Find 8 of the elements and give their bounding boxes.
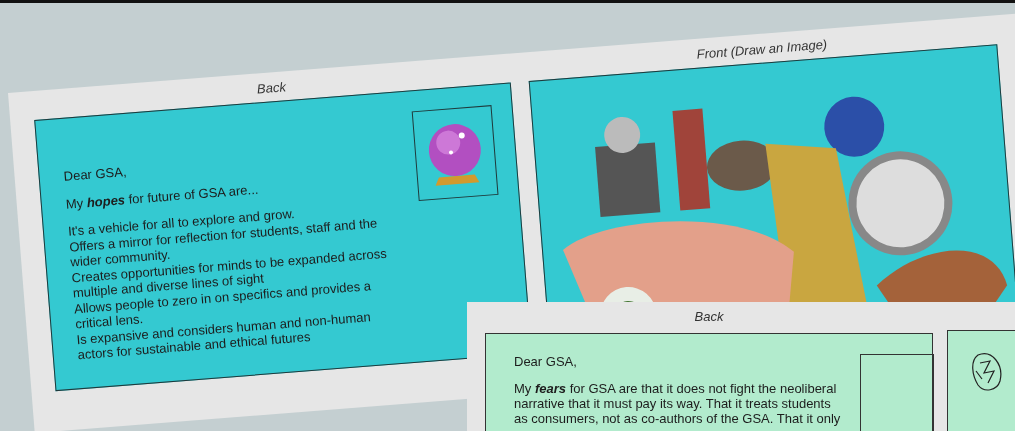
body-text: as consumers, not as co-authors of the GSA. That it only bbox=[514, 411, 841, 426]
card-label: Front (Draw an Image) bbox=[696, 36, 828, 62]
sketch-icon bbox=[970, 351, 1004, 393]
card-label: Back bbox=[694, 309, 724, 324]
body-text: narrative that it must pay its way. That it treats students bbox=[514, 396, 832, 411]
body-text: My fears for GSA are that it does not fight the neoliberal bbox=[514, 381, 838, 396]
card-label: Back bbox=[256, 79, 287, 97]
greeting-text: Dear GSA, bbox=[514, 354, 578, 369]
